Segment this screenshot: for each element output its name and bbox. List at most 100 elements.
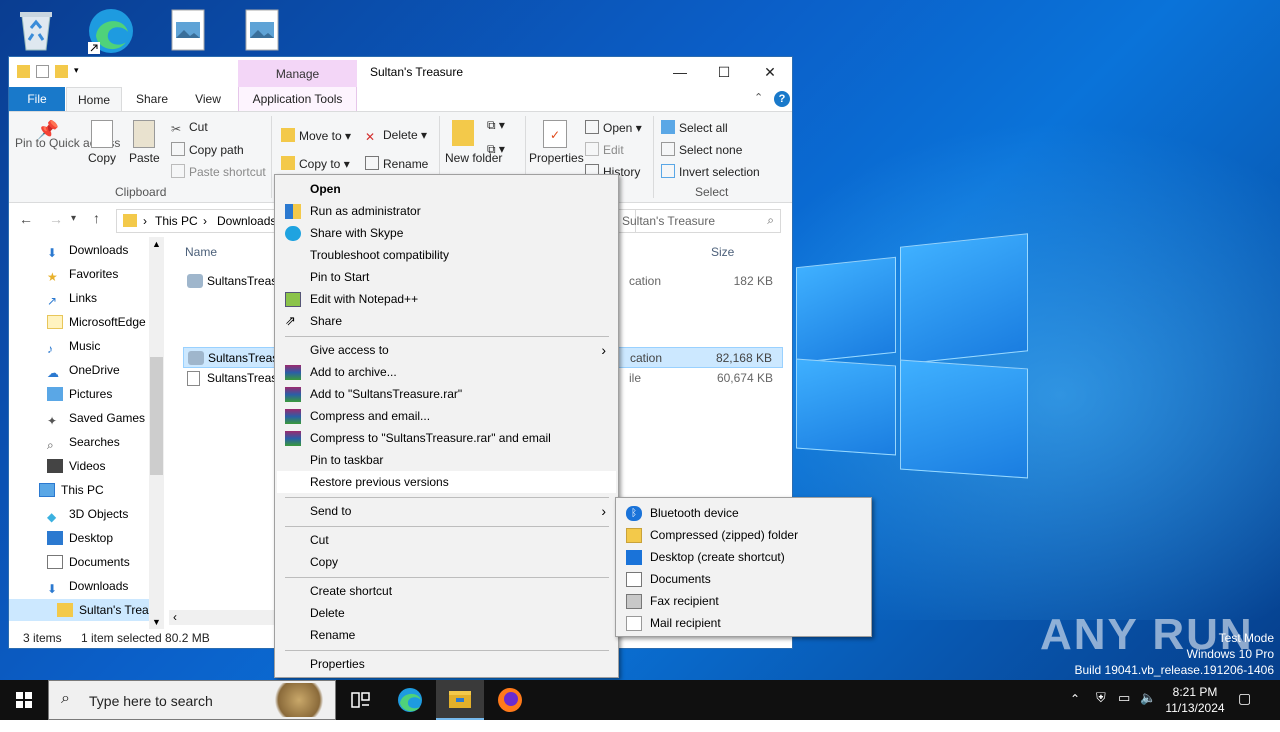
nav-item-desktop[interactable]: Desktop xyxy=(47,527,113,549)
security-tray-icon[interactable]: ⛨ xyxy=(1096,690,1106,730)
new-folder-button[interactable]: New folder xyxy=(445,120,502,165)
menu-item-pin-start[interactable]: Pin to Start xyxy=(277,266,616,288)
maximize-button[interactable]: ☐ xyxy=(701,57,747,87)
taskbar-search-box[interactable]: ⌕ Type here to search xyxy=(48,680,336,720)
task-view-button[interactable] xyxy=(336,680,384,720)
send-to-documents[interactable]: Documents xyxy=(618,568,869,590)
menu-item-share[interactable]: ⇗ Share xyxy=(277,310,616,332)
manage-contextual-tab[interactable]: Manage xyxy=(238,60,357,88)
easy-access-icon[interactable]: ⧉ ▾ xyxy=(487,142,505,157)
menu-item-send-to[interactable]: Send to › xyxy=(277,500,616,522)
column-header-name[interactable]: Name xyxy=(185,245,217,259)
nav-item-documents[interactable]: Documents xyxy=(47,551,130,573)
nav-item-3d-objects[interactable]: ◆ 3D Objects xyxy=(47,503,128,525)
send-to-zip[interactable]: Compressed (zipped) folder xyxy=(618,524,869,546)
send-to-mail[interactable]: Mail recipient xyxy=(618,612,869,634)
menu-item-add-rar[interactable]: Add to "SultansTreasure.rar" xyxy=(277,383,616,405)
recycle-bin-icon[interactable] xyxy=(14,6,64,56)
breadcrumb-this-pc[interactable]: This PC xyxy=(155,214,198,228)
scroll-left-icon[interactable]: ‹ xyxy=(173,610,177,624)
menu-item-restore-versions[interactable]: Restore previous versions xyxy=(277,471,616,493)
tab-application-tools[interactable]: Application Tools xyxy=(238,87,357,111)
scroll-down-icon[interactable]: ▼ xyxy=(152,617,161,627)
help-icon[interactable]: ? xyxy=(774,91,790,107)
column-header-size[interactable]: Size xyxy=(711,245,734,259)
menu-item-create-shortcut[interactable]: Create shortcut xyxy=(277,580,616,602)
menu-item-open[interactable]: Open xyxy=(277,178,616,200)
collapse-ribbon-icon[interactable]: ⌃ xyxy=(754,91,763,104)
menu-item-rename[interactable]: Rename xyxy=(277,624,616,646)
new-item-icon[interactable]: ⧉ ▾ xyxy=(487,118,505,133)
open-button[interactable]: Open ▾ xyxy=(585,120,642,135)
menu-item-troubleshoot[interactable]: Troubleshoot compatibility xyxy=(277,244,616,266)
tab-share[interactable]: Share xyxy=(127,87,177,111)
volume-icon[interactable]: 🔈 xyxy=(1140,690,1156,730)
recent-locations-icon[interactable]: ▾ xyxy=(71,213,76,224)
menu-item-properties[interactable]: Properties xyxy=(277,653,616,675)
taskbar-clock[interactable]: 8:21 PM 11/13/2024 xyxy=(1160,684,1230,716)
nav-item-downloads-pc[interactable]: ⬇ Downloads xyxy=(47,575,128,597)
copy-button[interactable]: Copy xyxy=(87,120,117,165)
menu-item-give-access[interactable]: Give access to › xyxy=(277,339,616,361)
image-file-desktop-icon[interactable] xyxy=(244,8,294,58)
menu-item-add-archive[interactable]: Add to archive... xyxy=(277,361,616,383)
nav-item-pictures[interactable]: Pictures xyxy=(47,383,112,405)
taskbar-firefox[interactable] xyxy=(486,680,534,720)
menu-item-compress-rar-email[interactable]: Compress to "SultansTreasure.rar" and em… xyxy=(277,427,616,449)
paste-button[interactable]: Paste xyxy=(129,120,160,165)
move-to-button[interactable]: Move to ▾ xyxy=(281,128,351,143)
nav-scroll-thumb[interactable] xyxy=(150,357,163,475)
menu-item-share-skype[interactable]: Share with Skype xyxy=(277,222,616,244)
tab-home[interactable]: Home xyxy=(66,87,122,111)
nav-item-this-pc[interactable]: This PC xyxy=(39,479,104,501)
start-button[interactable] xyxy=(0,680,48,720)
image-file-desktop-icon[interactable] xyxy=(170,8,220,58)
menu-item-notepadpp[interactable]: Edit with Notepad++ xyxy=(277,288,616,310)
scroll-up-icon[interactable]: ▲ xyxy=(152,239,161,249)
menu-item-pin-taskbar[interactable]: Pin to taskbar xyxy=(277,449,616,471)
show-hidden-icons[interactable]: ⌃ xyxy=(1070,692,1080,732)
breadcrumb-downloads[interactable]: Downloads xyxy=(217,214,276,228)
chevron-down-icon[interactable]: ▾ xyxy=(74,65,82,78)
cut-button[interactable]: ✂ Cut xyxy=(171,120,208,136)
tab-view[interactable]: View xyxy=(183,87,233,111)
nav-item-sultans-treasure[interactable]: Sultan's Treas xyxy=(57,599,155,621)
send-to-fax[interactable]: Fax recipient xyxy=(618,590,869,612)
nav-item-searches[interactable]: ⌕ Searches xyxy=(47,431,120,453)
select-all-button[interactable]: Select all xyxy=(661,120,728,135)
nav-item-music[interactable]: ♪ Music xyxy=(47,335,100,357)
forward-arrow-icon[interactable]: → xyxy=(49,211,63,227)
menu-item-delete[interactable]: Delete xyxy=(277,602,616,624)
nav-item-favorites[interactable]: ★ Favorites xyxy=(47,263,118,285)
copy-to-button[interactable]: Copy to ▾ xyxy=(281,156,350,171)
taskbar-file-explorer[interactable] xyxy=(436,680,484,720)
nav-item-downloads[interactable]: ⬇ Downloads xyxy=(47,239,128,261)
minimize-button[interactable]: — xyxy=(657,57,703,87)
delete-button[interactable]: ✕ Delete ▾ xyxy=(365,128,427,144)
nav-item-onedrive[interactable]: ☁ OneDrive xyxy=(47,359,120,381)
nav-item-links[interactable]: ↗ Links xyxy=(47,287,97,309)
send-to-desktop[interactable]: Desktop (create shortcut) xyxy=(618,546,869,568)
edit-button[interactable]: Edit xyxy=(585,142,624,157)
menu-item-run-as-admin[interactable]: Run as administrator xyxy=(277,200,616,222)
properties-check-icon[interactable] xyxy=(36,65,49,78)
edge-desktop-icon[interactable] xyxy=(86,6,136,56)
new-folder-icon[interactable] xyxy=(55,65,68,78)
send-to-bluetooth[interactable]: ᛒ Bluetooth device xyxy=(618,502,869,524)
notifications-icon[interactable]: ▢ xyxy=(1238,690,1251,730)
select-none-button[interactable]: Select none xyxy=(661,142,742,157)
file-list-horizontal-scrollbar[interactable]: ‹ xyxy=(169,610,289,625)
network-icon[interactable]: ▭ xyxy=(1118,690,1130,730)
menu-item-copy[interactable]: Copy xyxy=(277,551,616,573)
nav-item-microsoftedge[interactable]: MicrosoftEdge xyxy=(47,311,146,333)
rename-button[interactable]: Rename xyxy=(365,156,428,171)
paste-shortcut-button[interactable]: Paste shortcut xyxy=(171,164,266,179)
taskbar-edge[interactable] xyxy=(386,680,434,720)
properties-button[interactable]: ✓ Properties xyxy=(529,120,584,165)
search-input[interactable]: Sultan's Treasure ⌕ xyxy=(615,209,781,233)
pin-quick-access-button[interactable]: 📌 Pin to Quick access xyxy=(15,121,120,150)
menu-item-cut[interactable]: Cut xyxy=(277,529,616,551)
nav-item-videos[interactable]: Videos xyxy=(47,455,105,477)
menu-item-compress-email[interactable]: Compress and email... xyxy=(277,405,616,427)
back-arrow-icon[interactable]: ← xyxy=(19,211,33,227)
